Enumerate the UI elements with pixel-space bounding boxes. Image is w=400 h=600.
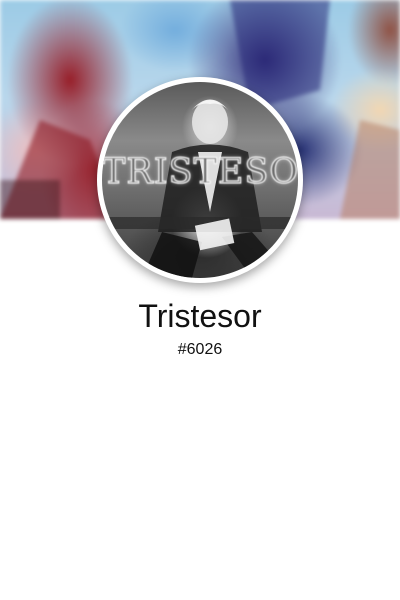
display-name: Tristesor — [138, 298, 262, 334]
profile-card: TRISTESOR Tristesor #6026 — [0, 0, 400, 600]
avatar[interactable]: TRISTESOR — [97, 77, 303, 283]
avatar-logo-text: TRISTESOR — [102, 151, 298, 192]
user-discriminator: #6026 — [177, 341, 223, 358]
avatar-image: TRISTESOR — [102, 82, 298, 278]
